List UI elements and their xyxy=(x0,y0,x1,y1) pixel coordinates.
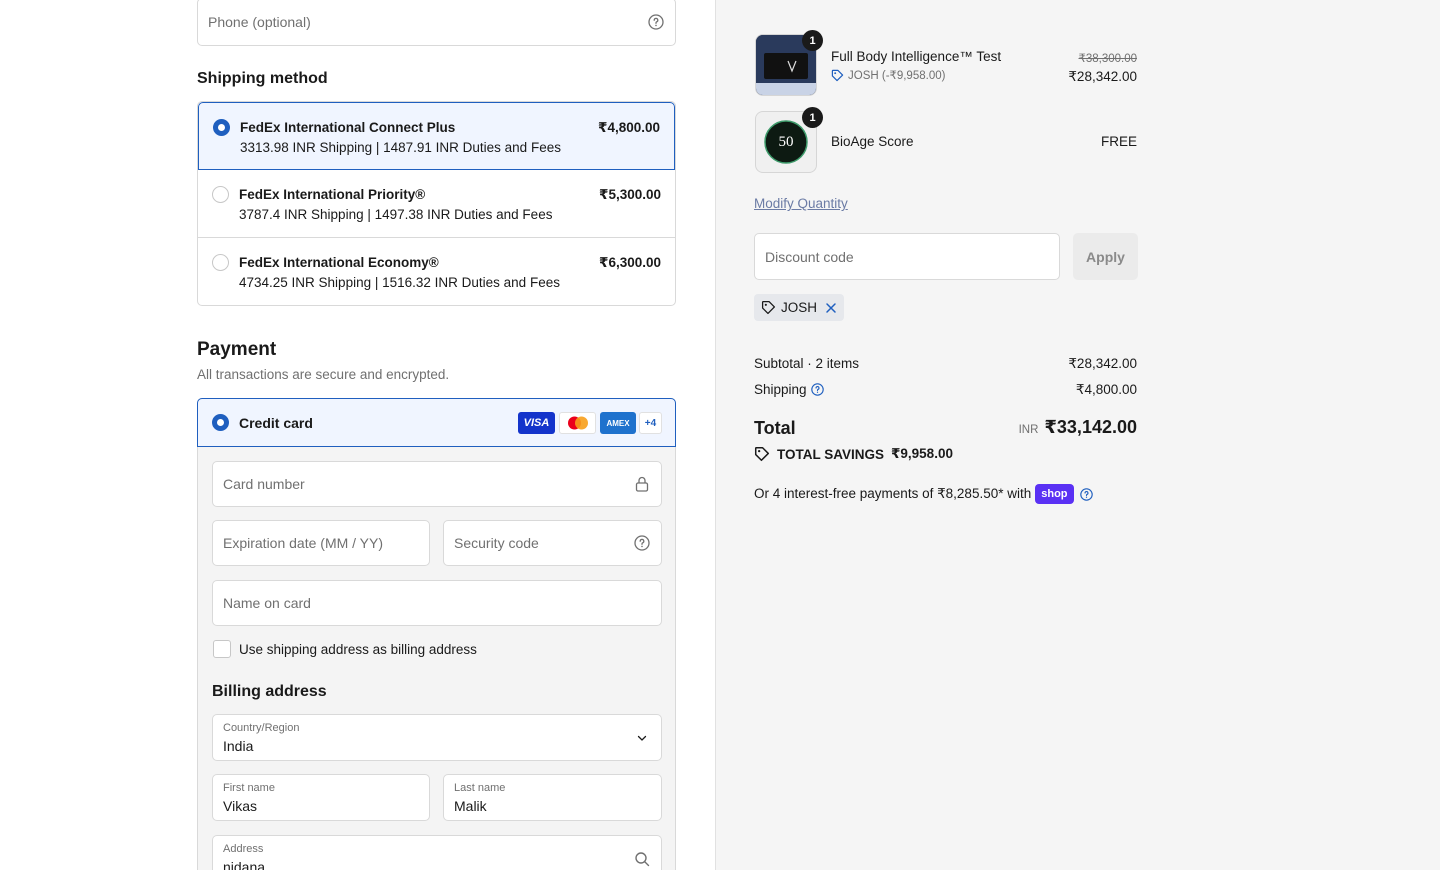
shipping-option-subtitle: 3787.4 INR Shipping | 1497.38 INR Duties… xyxy=(239,207,553,222)
shipping-option-title: FedEx International Economy® xyxy=(239,255,439,270)
tag-icon xyxy=(754,446,770,462)
order-summary: 1 Full Body Intelligence™ Test JOSH (-₹9… xyxy=(715,0,1440,870)
phone-placeholder: Phone (optional) xyxy=(208,14,311,30)
first-name-field[interactable]: First name Vikas xyxy=(212,774,430,821)
more-cards-badge: +4 xyxy=(639,412,662,434)
first-name-value: Vikas xyxy=(223,798,257,814)
radio-selected[interactable] xyxy=(213,119,230,136)
shipping-row: Shipping xyxy=(754,382,824,397)
phone-field[interactable]: Phone (optional) xyxy=(197,0,676,46)
shipping-option-connect-plus[interactable]: FedEx International Connect Plus 3313.98… xyxy=(198,102,675,170)
product-price: ₹28,342.00 xyxy=(1068,69,1137,84)
shipping-value: ₹4,800.00 xyxy=(1075,382,1137,397)
product-original-price: ₹38,300.00 xyxy=(1078,53,1137,65)
shipping-label: Shipping xyxy=(754,382,807,397)
modify-quantity-link[interactable]: Modify Quantity xyxy=(754,196,848,211)
installments: Or 4 interest-free payments of ₹8,285.50… xyxy=(754,484,1093,504)
checkout-form: Phone (optional) Shipping method FedEx I… xyxy=(0,0,715,870)
payment-subheading: All transactions are secure and encrypte… xyxy=(197,367,450,382)
installments-text: Or 4 interest-free payments of ₹8,285.50… xyxy=(754,486,1032,501)
help-icon[interactable] xyxy=(1079,487,1093,501)
credit-card-label: Credit card xyxy=(239,415,313,431)
discount-code-placeholder: Discount code xyxy=(765,248,854,265)
help-icon[interactable] xyxy=(810,383,824,396)
apply-button-label: Apply xyxy=(1086,248,1125,265)
shipping-option-title: FedEx International Priority® xyxy=(239,187,426,202)
first-name-label: First name xyxy=(223,782,275,794)
name-on-card-placeholder: Name on card xyxy=(223,595,311,611)
discount-code-field[interactable]: Discount code xyxy=(754,233,1060,280)
payment-panel: Credit card VISA AMEX +4 Card number Exp… xyxy=(197,398,676,870)
applied-discount-chip: JOSH xyxy=(754,294,845,321)
chevron-down-icon xyxy=(633,729,651,747)
country-value: India xyxy=(223,738,254,754)
total-label: Total xyxy=(754,418,796,438)
total-savings-value: ₹9,958.00 xyxy=(891,446,953,461)
shipping-heading: Shipping method xyxy=(197,70,328,87)
country-label: Country/Region xyxy=(223,722,300,734)
address-label: Address xyxy=(223,843,264,855)
total-savings: TOTAL SAVINGS ₹9,958.00 xyxy=(754,446,953,462)
shop-pay-badge[interactable]: shop xyxy=(1035,484,1074,504)
shipping-option-title: FedEx International Connect Plus xyxy=(240,120,456,135)
security-code-placeholder: Security code xyxy=(454,535,539,551)
shipping-option-price: ₹6,300.00 xyxy=(599,255,661,270)
product-discount: JOSH (-₹9,958.00) xyxy=(831,68,945,82)
use-shipping-checkbox[interactable] xyxy=(213,640,231,658)
applied-code-label: JOSH xyxy=(781,300,818,315)
radio-unselected[interactable] xyxy=(212,186,229,203)
name-on-card-field[interactable]: Name on card xyxy=(212,580,662,626)
remove-discount-icon[interactable] xyxy=(825,302,837,314)
last-name-value: Malik xyxy=(454,798,487,814)
address-value: nidana xyxy=(223,859,266,870)
lock-icon xyxy=(633,475,651,493)
help-icon[interactable] xyxy=(633,534,651,552)
product-name: Full Body Intelligence™ Test xyxy=(831,49,1002,64)
last-name-field[interactable]: Last name Malik xyxy=(443,774,662,821)
card-number-field[interactable]: Card number xyxy=(212,461,662,507)
radio-unselected[interactable] xyxy=(212,254,229,271)
amex-icon: AMEX xyxy=(600,412,636,434)
security-code-field[interactable]: Security code xyxy=(443,520,662,566)
product-price: FREE xyxy=(1100,134,1137,149)
total-amount: INR ₹33,142.00 xyxy=(1019,417,1137,438)
credit-card-option[interactable]: Credit card VISA AMEX +4 xyxy=(197,398,676,447)
product-discount-label: JOSH (-₹9,958.00) xyxy=(848,70,946,82)
shipping-option-subtitle: 4734.25 INR Shipping | 1516.32 INR Dutie… xyxy=(239,275,560,290)
use-shipping-label[interactable]: Use shipping address as billing address xyxy=(239,642,477,657)
billing-heading: Billing address xyxy=(212,683,327,700)
visa-icon: VISA xyxy=(518,412,555,434)
subtotal-value: ₹28,342.00 xyxy=(1068,356,1137,371)
mastercard-icon xyxy=(559,412,596,434)
last-name-label: Last name xyxy=(454,782,506,794)
shipping-option-economy[interactable]: FedEx International Economy® 4734.25 INR… xyxy=(198,238,675,305)
total-savings-label: TOTAL SAVINGS xyxy=(777,446,885,462)
card-number-placeholder: Card number xyxy=(223,476,305,492)
total-value: ₹33,142.00 xyxy=(1044,417,1137,437)
quantity-badge: 1 xyxy=(802,107,823,128)
expiry-placeholder: Expiration date (MM / YY) xyxy=(223,535,384,551)
radio-selected[interactable] xyxy=(212,414,229,431)
shipping-options: FedEx International Connect Plus 3313.98… xyxy=(197,101,676,306)
product-name: BioAge Score xyxy=(831,134,914,149)
total-currency: INR xyxy=(1018,424,1039,436)
shipping-option-priority[interactable]: FedEx International Priority® 3787.4 INR… xyxy=(198,170,675,238)
quantity-badge: 1 xyxy=(802,30,823,51)
apply-button[interactable]: Apply xyxy=(1073,233,1138,280)
help-icon[interactable] xyxy=(647,13,665,31)
address-field[interactable]: Address nidana xyxy=(212,835,662,870)
bioage-thumbnail-text: 50 xyxy=(779,134,794,150)
search-icon[interactable] xyxy=(633,850,651,868)
tag-icon xyxy=(831,69,844,81)
subtotal-label: Subtotal · 2 items xyxy=(754,356,860,371)
tag-icon xyxy=(761,300,776,315)
shipping-option-price: ₹5,300.00 xyxy=(599,187,661,202)
country-select[interactable]: Country/Region India xyxy=(212,714,662,761)
shipping-option-subtitle: 3313.98 INR Shipping | 1487.91 INR Dutie… xyxy=(240,140,561,155)
payment-heading: Payment xyxy=(197,339,277,360)
shipping-option-price: ₹4,800.00 xyxy=(598,120,660,135)
expiry-field[interactable]: Expiration date (MM / YY) xyxy=(212,520,430,566)
